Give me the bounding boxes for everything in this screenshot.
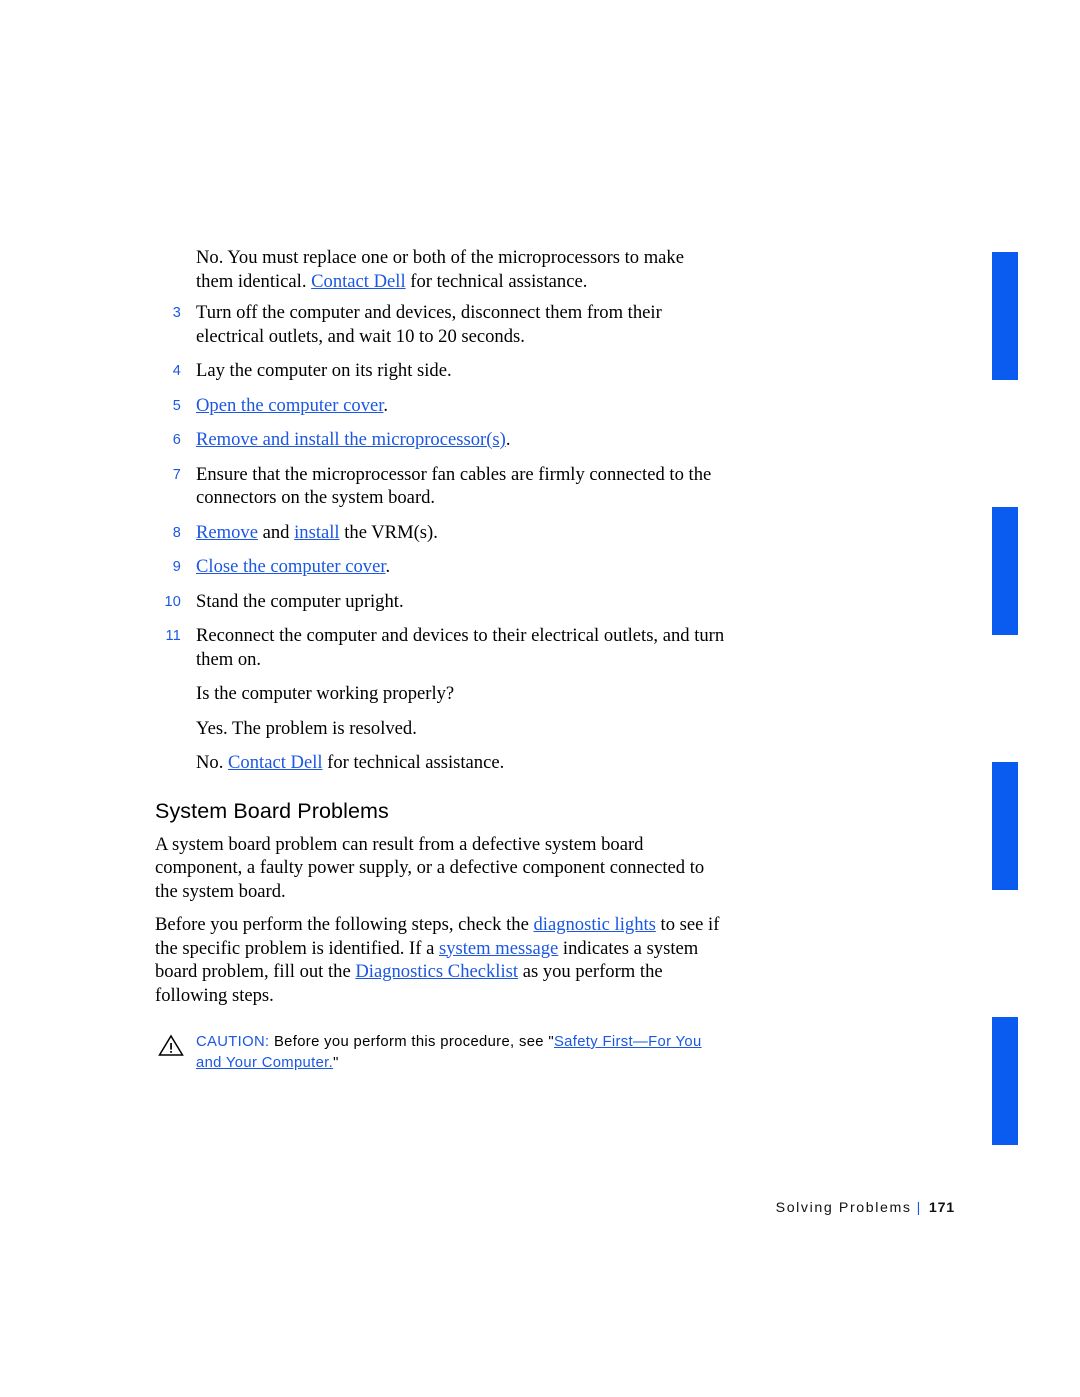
caution-body: Before you perform this procedure, see " xyxy=(269,1034,554,1050)
footer-section-name: Solving Problems xyxy=(775,1200,912,1216)
step-item: 4 Lay the computer on its right side. xyxy=(155,359,725,383)
step-text-part: . xyxy=(383,394,389,416)
step-item: 7 Ensure that the microprocessor fan cab… xyxy=(155,463,725,510)
step-item: 3 Turn off the computer and devices, dis… xyxy=(155,301,725,348)
step-text-part: Reconnect the computer and devices to th… xyxy=(196,625,725,670)
caution-label: CAUTION: xyxy=(196,1034,270,1050)
caution-block: CAUTION: Before you perform this procedu… xyxy=(155,1032,725,1073)
step-text-part: Lay the computer on its right side. xyxy=(196,360,452,381)
contact-dell-link-1[interactable]: Contact Dell xyxy=(311,271,406,292)
step-text: Remove and install the VRM(s). xyxy=(196,521,725,545)
step-number: 4 xyxy=(172,363,181,379)
continued-answer-text-b: for technical assistance. xyxy=(405,270,588,292)
step-text-part: the VRM(s). xyxy=(339,521,438,543)
section-paragraph-2: Before you perform the following steps, … xyxy=(155,913,725,1007)
caution-close-quote: " xyxy=(333,1054,339,1071)
answer-no: No. Contact Dell for technical assistanc… xyxy=(155,751,725,775)
step-number: 9 xyxy=(172,559,181,575)
document-page: No. You must replace one or both of the … xyxy=(0,0,1080,1397)
step-item: 10 Stand the computer upright. xyxy=(155,590,725,614)
warning-triangle-icon xyxy=(158,1034,184,1057)
diagnostic-lights-link[interactable]: diagnostic lights xyxy=(533,914,655,935)
step-text: Reconnect the computer and devices to th… xyxy=(196,624,725,671)
diagnostics-checklist-link[interactable]: Diagnostics Checklist xyxy=(355,961,518,982)
step-text: Lay the computer on its right side. xyxy=(196,359,725,383)
chapter-tab-marker-3 xyxy=(992,762,1018,890)
step-text-part: Ensure that the microprocessor fan cable… xyxy=(196,463,712,509)
open-computer-cover-link[interactable]: Open the computer cover xyxy=(196,395,383,416)
answer-yes: Yes. The problem is resolved. xyxy=(196,717,417,739)
chapter-tab-marker-4 xyxy=(992,1017,1018,1145)
step-number: 8 xyxy=(172,524,181,541)
chapter-tab-marker-2 xyxy=(992,507,1018,635)
step-text-part: Turn off the computer and devices, disco… xyxy=(196,302,662,347)
remove-install-microprocessors-link[interactable]: Remove and install the microprocessor(s) xyxy=(196,429,506,450)
step-text: Close the computer cover. xyxy=(196,555,725,579)
step-number: 6 xyxy=(172,432,181,448)
step-number: 7 xyxy=(172,466,181,483)
step-item: 11 Reconnect the computer and devices to… xyxy=(155,624,725,671)
footer-page-number: 171 xyxy=(928,1200,955,1216)
step-item: 5 Open the computer cover. xyxy=(155,394,725,418)
step-item: 6 Remove and install the microprocessor(… xyxy=(155,428,725,452)
step-text-part: Stand the computer upright. xyxy=(196,590,404,612)
step-number: 11 xyxy=(165,628,181,644)
para2-text-a: Before you perform the following steps, … xyxy=(155,914,534,935)
step-text-part: and xyxy=(257,521,295,543)
footer-separator: | xyxy=(916,1200,922,1216)
verification-question: Is the computer working properly? xyxy=(196,683,455,704)
system-message-link[interactable]: system message xyxy=(439,938,558,959)
step-text-part: . xyxy=(505,429,511,450)
step-text-part: . xyxy=(385,556,391,577)
step-number: 5 xyxy=(172,397,181,414)
step-text: Turn off the computer and devices, disco… xyxy=(196,301,725,348)
page-content: No. You must replace one or both of the … xyxy=(155,246,725,1073)
section-heading: System Board Problems xyxy=(155,798,389,823)
step-number: 10 xyxy=(164,593,181,610)
answer-no-text-a: No. xyxy=(196,752,229,773)
step-text: Ensure that the microprocessor fan cable… xyxy=(196,463,725,510)
close-computer-cover-link[interactable]: Close the computer cover xyxy=(196,556,386,577)
step-item: 9 Close the computer cover. xyxy=(155,555,725,579)
chapter-tab-marker-1 xyxy=(992,252,1018,380)
step-item: 8 Remove and install the VRM(s). xyxy=(155,521,725,545)
continued-answer-paragraph: No. You must replace one or both of the … xyxy=(155,246,725,293)
install-vrm-link[interactable]: install xyxy=(294,522,339,543)
step-text: Remove and install the microprocessor(s)… xyxy=(196,428,725,452)
remove-vrm-link[interactable]: Remove xyxy=(196,522,258,543)
answer-no-text-b: for technical assistance. xyxy=(322,752,505,773)
step-text: Open the computer cover. xyxy=(196,394,725,418)
contact-dell-link-2[interactable]: Contact Dell xyxy=(228,752,323,773)
section-paragraph-1: A system board problem can result from a… xyxy=(155,833,705,902)
step-text: Stand the computer upright. xyxy=(196,590,725,614)
step-number: 3 xyxy=(172,305,181,321)
page-footer: Solving Problems | 171 xyxy=(0,1200,955,1216)
